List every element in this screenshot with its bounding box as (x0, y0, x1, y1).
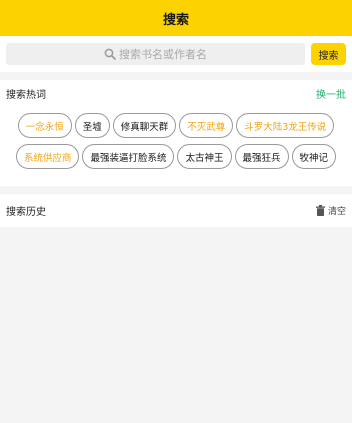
hot-search-section: 搜索热词 换一批 一念永恒 圣墟 修真聊天群 不灭武尊 斗罗大陆3龙王传说 系统供应商 最强… (0, 80, 352, 186)
hot-search-tag[interactable]: 太古神王 (177, 144, 232, 169)
hot-search-tag[interactable]: 最强装逼打脸系统 (82, 144, 175, 169)
search-input[interactable]: 搜索书名或作者名 (6, 43, 305, 65)
trash-icon (315, 205, 325, 216)
page-header: 搜索 (0, 0, 352, 36)
hot-search-tag[interactable]: 圣墟 (74, 113, 110, 138)
hot-search-tag[interactable]: 不灭武尊 (179, 113, 234, 138)
search-history-header: 搜索历史 清空 (0, 194, 352, 227)
clear-history-button[interactable]: 清空 (315, 204, 346, 217)
page-title: 搜索 (162, 12, 189, 28)
tag-row: 一念永恒 圣墟 修真聊天群 不灭武尊 斗罗大陆3龙王传说 (0, 113, 352, 138)
search-icon (104, 48, 116, 60)
divider (0, 186, 352, 194)
hot-search-tag[interactable]: 斗罗大陆3龙王传说 (236, 113, 335, 138)
divider (0, 72, 352, 80)
refresh-button[interactable]: 换一批 (316, 86, 346, 101)
hot-search-tag[interactable]: 系统供应商 (15, 144, 80, 169)
clear-history-label: 清空 (327, 207, 346, 217)
search-button[interactable]: 搜索 (311, 43, 346, 65)
search-history-title: 搜索历史 (6, 207, 46, 218)
hot-tag-list: 一念永恒 圣墟 修真聊天群 不灭武尊 斗罗大陆3龙王传说 系统供应商 最强装逼打脸系统 太古神… (0, 113, 352, 175)
hot-search-title: 搜索热词 (6, 89, 46, 101)
search-bar: 搜索书名或作者名 搜索 (0, 36, 352, 72)
tag-row: 系统供应商 最强装逼打脸系统 太古神王 最强狂兵 牧神记 (0, 144, 352, 169)
hot-search-tag[interactable]: 修真聊天群 (112, 113, 177, 138)
search-placeholder: 搜索书名或作者名 (119, 48, 207, 61)
hot-search-tag[interactable]: 最强狂兵 (234, 144, 289, 169)
hot-search-tag[interactable]: 一念永恒 (17, 113, 72, 138)
hot-search-tag[interactable]: 牧神记 (291, 144, 337, 169)
